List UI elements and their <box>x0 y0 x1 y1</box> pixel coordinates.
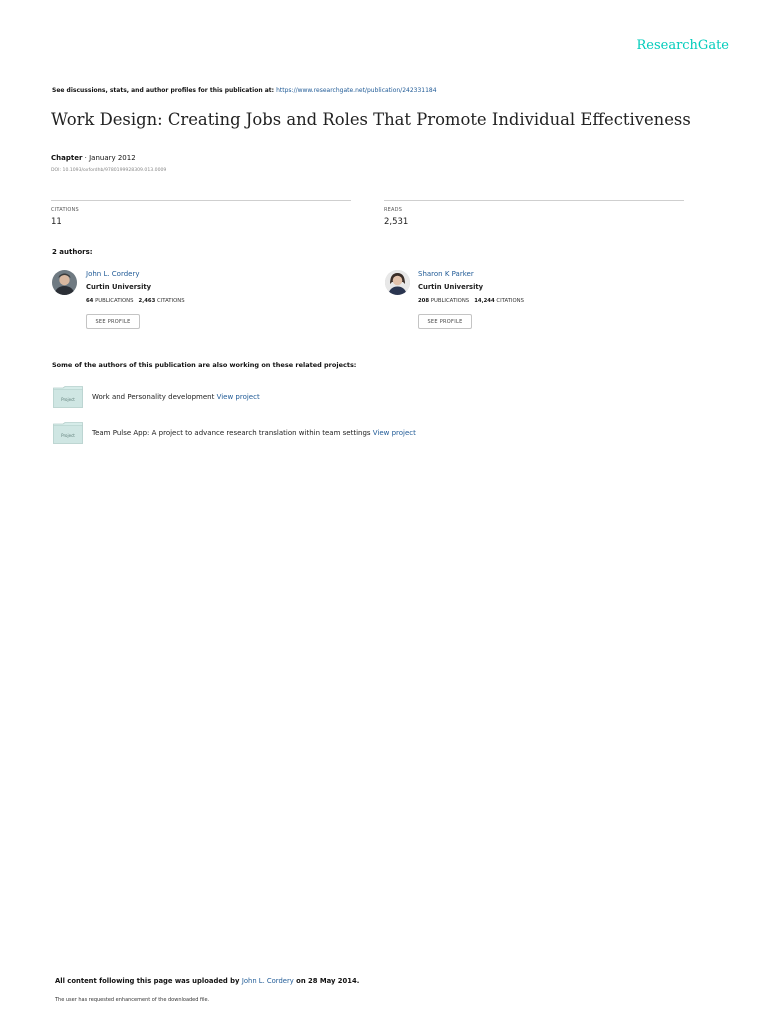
author-name-link[interactable]: John L. Cordery <box>86 270 140 278</box>
avatar-sharon-parker[interactable] <box>385 270 410 295</box>
person-icon <box>52 270 77 295</box>
discussion-line: See discussions, stats, and author profi… <box>52 87 437 94</box>
project-title: Team Pulse App: A project to advance res… <box>92 429 373 437</box>
author-stats: 64 PUBLICATIONS 2,463 CITATIONS <box>86 298 185 304</box>
publication-title: Work Design: Creating Jobs and Roles Tha… <box>51 110 691 129</box>
publication-type: Chapter <box>51 154 83 162</box>
publications-count: 64 <box>86 298 94 304</box>
view-project-link[interactable]: View project <box>373 429 416 437</box>
reads-divider <box>384 200 684 201</box>
reads-label: READS <box>384 207 403 213</box>
author-citations-label: CITATIONS <box>496 298 524 304</box>
related-project-item: Work and Personality development View pr… <box>92 393 260 401</box>
upload-prefix: All content following this page was uplo… <box>55 977 242 985</box>
project-icon-label: Project <box>61 433 75 438</box>
authors-heading: 2 authors: <box>52 248 93 256</box>
see-profile-button[interactable]: SEE PROFILE <box>86 314 140 329</box>
avatar-john-cordery[interactable] <box>52 270 77 295</box>
author-name[interactable]: John L. Cordery <box>86 270 140 278</box>
reads-value: 2,531 <box>384 217 409 227</box>
citations-value: 11 <box>51 217 62 227</box>
project-folder-icon: Project <box>53 422 83 444</box>
related-projects-heading: Some of the authors of this publication … <box>52 361 357 369</box>
researchgate-logo[interactable]: ResearchGate <box>0 38 729 53</box>
enhancement-note: The user has requested enhancement of th… <box>55 997 210 1003</box>
citations-count: 2,463 <box>138 298 156 304</box>
author-name-link[interactable]: Sharon K Parker <box>418 270 474 278</box>
author-name[interactable]: Sharon K Parker <box>418 270 474 278</box>
person-icon <box>385 270 410 295</box>
view-project-link[interactable]: View project <box>217 393 260 401</box>
author-affiliation: Curtin University <box>86 283 152 291</box>
author-stats: 208 PUBLICATIONS 14,244 CITATIONS <box>418 298 524 304</box>
publications-label: PUBLICATIONS <box>95 298 134 304</box>
citations-divider <box>51 200 351 201</box>
publication-date: January 2012 <box>89 154 136 162</box>
upload-note: All content following this page was uplo… <box>55 977 359 985</box>
author-citations-label: CITATIONS <box>157 298 185 304</box>
publication-doi[interactable]: DOI: 10.1093/oxfordhb/9780199928309.013.… <box>51 168 166 173</box>
publications-label: PUBLICATIONS <box>430 298 470 304</box>
upload-suffix: on 28 May 2014. <box>293 977 360 985</box>
discussion-text: See discussions, stats, and author profi… <box>52 87 277 94</box>
citations-label: CITATIONS <box>51 207 79 213</box>
citations-count: 14,244 <box>474 298 495 304</box>
related-project-item: Team Pulse App: A project to advance res… <box>92 429 416 437</box>
project-icon-label: Project <box>61 397 75 402</box>
uploader-link[interactable]: John L. Cordery <box>242 977 294 985</box>
publication-meta: Chapter · January 2012 <box>51 154 136 162</box>
author-affiliation: Curtin University <box>418 283 484 291</box>
project-title: Work and Personality development <box>92 393 217 401</box>
publication-url-link[interactable]: https://www.researchgate.net/publication… <box>276 87 436 94</box>
see-profile-button[interactable]: SEE PROFILE <box>418 314 472 329</box>
project-folder-icon: Project <box>53 386 83 408</box>
publications-count: 208 <box>418 298 430 304</box>
